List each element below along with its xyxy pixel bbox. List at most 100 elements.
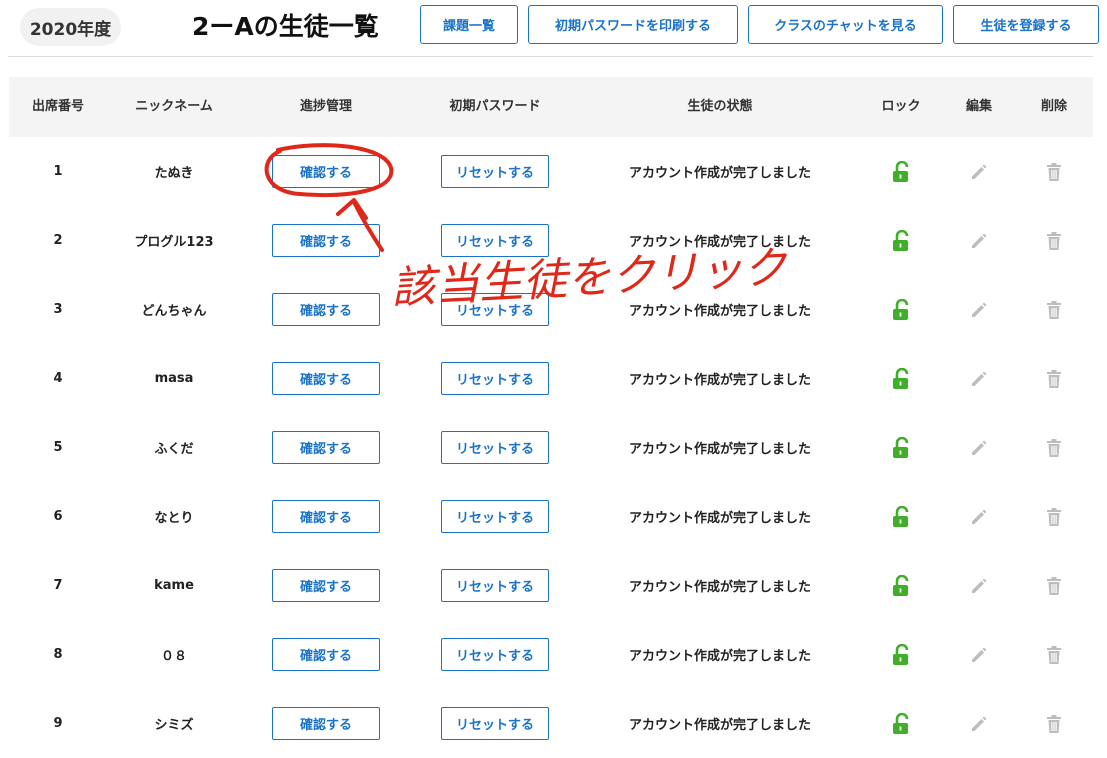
pencil-icon[interactable] (969, 230, 989, 252)
row-wrapper (1044, 551, 1064, 620)
confirm-progress-button[interactable]: 確認する (272, 362, 380, 395)
student-number: 3 (53, 302, 63, 317)
row-wrapper (891, 137, 911, 206)
trash-icon[interactable] (1044, 644, 1064, 666)
register-student-button[interactable]: 生徒を登録する (953, 5, 1099, 44)
unlocked-lock-icon[interactable] (891, 643, 911, 666)
student-number: 1 (53, 164, 63, 179)
trash-icon[interactable] (1044, 713, 1064, 735)
confirm-progress-button[interactable]: 確認する (272, 155, 380, 188)
view-class-chat-button[interactable]: クラスのチャットを見る (748, 5, 943, 44)
table-row: 4 masa 確認する リセットする アカウント作成が完了しました (9, 344, 1093, 413)
student-status: アカウント作成が完了しました (628, 718, 812, 733)
pencil-icon[interactable] (969, 713, 989, 735)
student-nickname: なとり (154, 511, 194, 526)
student-number: 7 (53, 578, 63, 593)
unlocked-lock-icon[interactable] (891, 505, 911, 528)
table-row: 7 kame 確認する リセットする アカウント作成が完了しました (9, 551, 1093, 620)
pencil-icon[interactable] (969, 368, 989, 390)
student-nickname: どんちゃん (141, 304, 207, 319)
confirm-progress-button[interactable]: 確認する (272, 569, 380, 602)
row-wrapper (891, 344, 911, 413)
trash-icon[interactable] (1044, 299, 1064, 321)
row-wrapper (969, 482, 989, 551)
pencil-icon[interactable] (969, 437, 989, 459)
student-number: 2 (53, 233, 63, 248)
reset-password-button[interactable]: リセットする (441, 362, 549, 395)
print-initial-passwords-button[interactable]: 初期パスワードを印刷する (528, 5, 738, 44)
reset-password-button[interactable]: リセットする (441, 155, 549, 188)
trash-icon[interactable] (1044, 161, 1064, 183)
pencil-icon[interactable] (969, 299, 989, 321)
trash-icon[interactable] (1044, 437, 1064, 459)
trash-icon[interactable] (1044, 368, 1064, 390)
row-wrapper: 確認する (272, 413, 380, 482)
student-status: アカウント作成が完了しました (628, 511, 812, 526)
row-wrapper (891, 689, 911, 758)
table-header: 出席番号 ニックネーム 進捗管理 初期パスワード 生徒の状態 ロック 編集 削除 (9, 77, 1093, 137)
student-number: 4 (53, 371, 63, 386)
row-wrapper: リセットする (441, 206, 549, 275)
pencil-icon[interactable] (969, 506, 989, 528)
confirm-progress-button[interactable]: 確認する (272, 707, 380, 740)
column-header-delete: 削除 (1040, 99, 1068, 114)
unlocked-lock-icon[interactable] (891, 160, 911, 183)
row-wrapper: リセットする (441, 620, 549, 689)
row-wrapper (969, 137, 989, 206)
row-wrapper (1044, 275, 1064, 344)
student-status: アカウント作成が完了しました (628, 235, 812, 250)
row-wrapper (969, 206, 989, 275)
column-header-number: 出席番号 (31, 99, 85, 114)
row-wrapper: リセットする (441, 551, 549, 620)
confirm-progress-button[interactable]: 確認する (272, 638, 380, 671)
confirm-progress-button[interactable]: 確認する (272, 293, 380, 326)
unlocked-lock-icon[interactable] (891, 298, 911, 321)
confirm-progress-button[interactable]: 確認する (272, 224, 380, 257)
row-wrapper: リセットする (441, 482, 549, 551)
row-wrapper: 確認する (272, 137, 380, 206)
trash-icon[interactable] (1044, 506, 1064, 528)
reset-password-button[interactable]: リセットする (441, 707, 549, 740)
student-nickname: masa (154, 371, 194, 386)
row-wrapper: リセットする (441, 689, 549, 758)
year-badge: 2020年度 (20, 8, 121, 46)
student-status: アカウント作成が完了しました (628, 166, 812, 181)
assignment-list-button[interactable]: 課題一覧 (420, 5, 518, 44)
confirm-progress-button[interactable]: 確認する (272, 431, 380, 464)
row-wrapper: リセットする (441, 275, 549, 344)
unlocked-lock-icon[interactable] (891, 574, 911, 597)
column-header-lock: ロック (881, 99, 921, 114)
table-row: 9 シミズ 確認する リセットする アカウント作成が完了しました (9, 689, 1093, 758)
trash-icon[interactable] (1044, 230, 1064, 252)
unlocked-lock-icon[interactable] (891, 712, 911, 735)
reset-password-button[interactable]: リセットする (441, 569, 549, 602)
page-title: 2ーAの生徒一覧 (192, 12, 379, 41)
row-wrapper (969, 275, 989, 344)
trash-icon[interactable] (1044, 575, 1064, 597)
row-wrapper (969, 344, 989, 413)
row-wrapper (1044, 620, 1064, 689)
row-wrapper (969, 620, 989, 689)
reset-password-button[interactable]: リセットする (441, 431, 549, 464)
pencil-icon[interactable] (969, 575, 989, 597)
unlocked-lock-icon[interactable] (891, 367, 911, 390)
unlocked-lock-icon[interactable] (891, 229, 911, 252)
row-wrapper (1044, 344, 1064, 413)
row-wrapper (1044, 413, 1064, 482)
header-divider (8, 56, 1093, 57)
table-row: 3 どんちゃん 確認する リセットする アカウント作成が完了しました (9, 275, 1093, 344)
reset-password-button[interactable]: リセットする (441, 500, 549, 533)
unlocked-lock-icon[interactable] (891, 436, 911, 459)
confirm-progress-button[interactable]: 確認する (272, 500, 380, 533)
reset-password-button[interactable]: リセットする (441, 638, 549, 671)
row-wrapper: リセットする (441, 137, 549, 206)
row-wrapper (969, 689, 989, 758)
student-number: 8 (53, 647, 63, 662)
row-wrapper: 確認する (272, 344, 380, 413)
row-wrapper (891, 206, 911, 275)
pencil-icon[interactable] (969, 161, 989, 183)
pencil-icon[interactable] (969, 644, 989, 666)
reset-password-button[interactable]: リセットする (441, 293, 549, 326)
row-wrapper: 確認する (272, 275, 380, 344)
reset-password-button[interactable]: リセットする (441, 224, 549, 257)
